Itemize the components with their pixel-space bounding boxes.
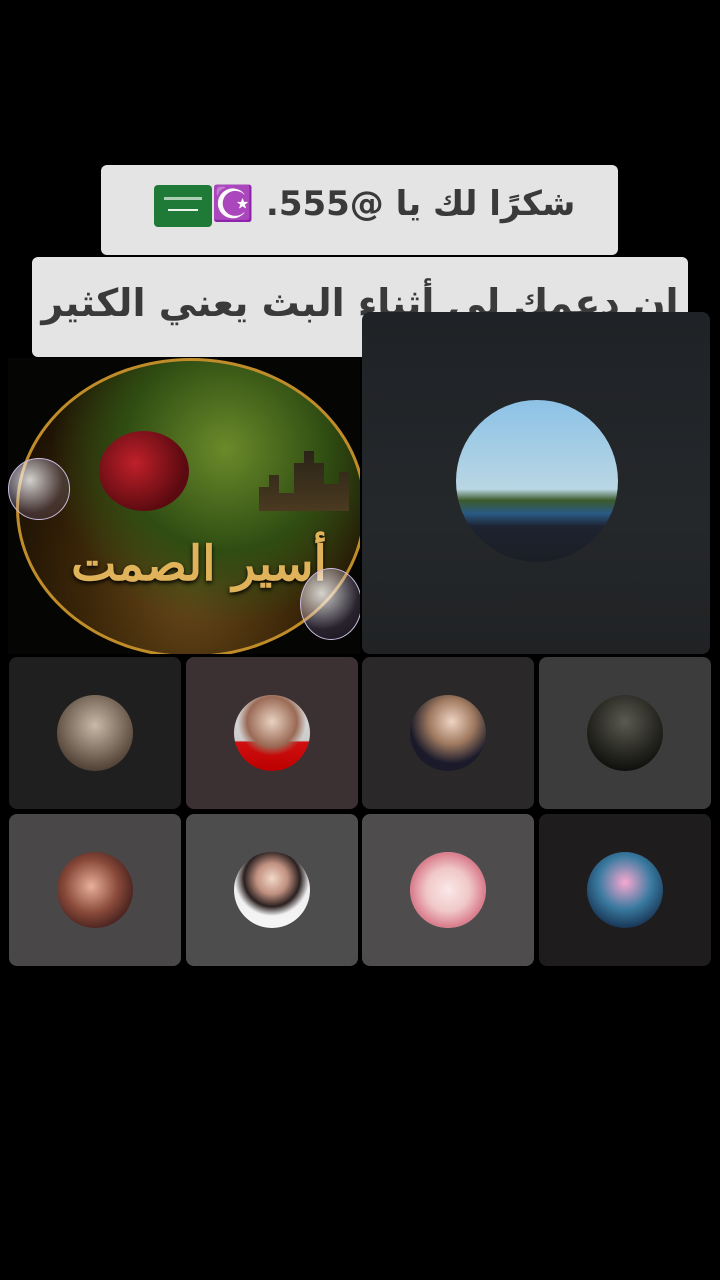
guest-video-tile[interactable] <box>539 814 711 966</box>
guest-video-tile[interactable] <box>362 814 534 966</box>
landscape-avatar <box>456 400 618 562</box>
rose-icon <box>99 431 189 511</box>
user-avatar <box>234 852 310 928</box>
heart-bubble-icon <box>8 458 70 520</box>
user-avatar <box>234 695 310 771</box>
user-avatar <box>57 852 133 928</box>
user-avatar <box>410 695 486 771</box>
host-emblem-text: أسير الصمت <box>71 536 327 592</box>
guest-video-tile[interactable] <box>362 312 710 654</box>
guest-video-tile[interactable] <box>539 657 711 809</box>
saudi-flag-icon <box>153 184 212 227</box>
user-avatar <box>410 852 486 928</box>
host-video-tile[interactable]: أسير الصمت <box>8 358 360 654</box>
guest-video-tile[interactable] <box>362 657 534 809</box>
guest-video-tile[interactable] <box>9 657 181 809</box>
user-avatar <box>587 852 663 928</box>
skyline-icon <box>259 451 349 511</box>
thanks-caption-text: شكرًا لك يا @555. ☪️ <box>211 184 576 224</box>
user-avatar <box>587 695 663 771</box>
guest-video-tile[interactable] <box>9 814 181 966</box>
heart-bubble-icon <box>300 568 360 640</box>
guest-video-tile[interactable] <box>186 814 358 966</box>
guest-video-tile[interactable] <box>186 657 358 809</box>
thanks-caption: شكرًا لك يا @555. ☪️ <box>101 165 618 255</box>
user-avatar <box>57 695 133 771</box>
